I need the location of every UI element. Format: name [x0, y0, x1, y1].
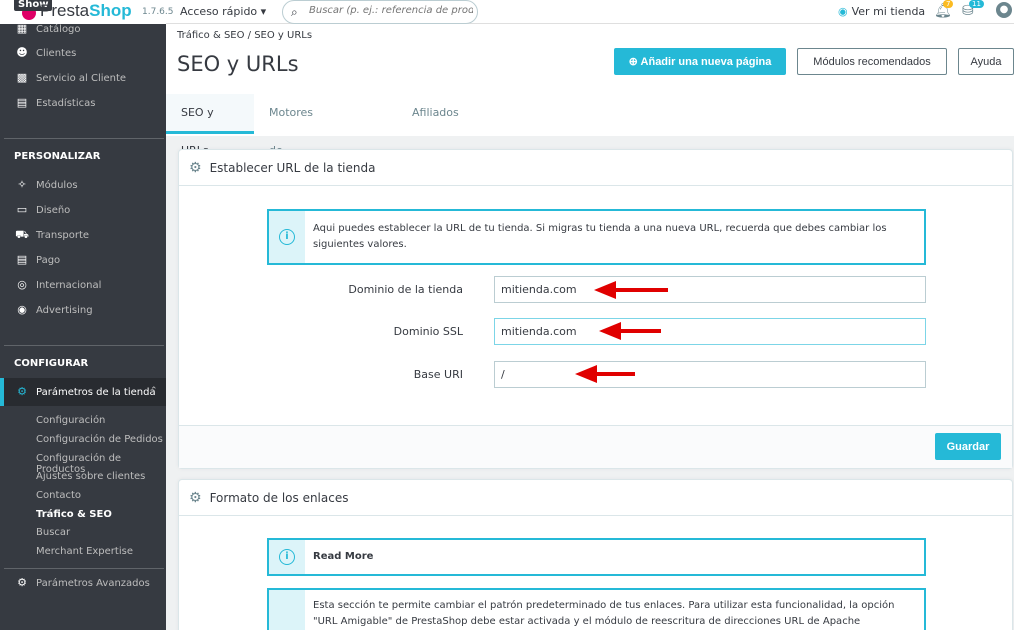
- sidebar-item-shipping[interactable]: ⛟ Transporte: [14, 227, 89, 243]
- info-icon-box: [269, 590, 305, 630]
- help-button[interactable]: Ayuda: [958, 48, 1014, 75]
- submenu-contact[interactable]: Contacto: [36, 490, 81, 501]
- search-icon: ⌕: [291, 5, 298, 19]
- divider: [4, 345, 164, 346]
- gear-icon: ⚙: [189, 490, 202, 506]
- quick-access-dropdown[interactable]: Acceso rápido ▾: [180, 5, 266, 18]
- ssl-domain-input[interactable]: [494, 318, 926, 345]
- read-more-label[interactable]: Read More: [313, 549, 914, 565]
- panel-footer: Guardar: [179, 425, 1012, 468]
- page-header: Tráfico & SEO / SEO y URLs SEO y URLs ⊕ …: [166, 24, 1014, 195]
- sidebar-item-modules[interactable]: ✧ Módulos: [14, 177, 77, 193]
- view-shop-label: Ver mi tienda: [851, 5, 926, 18]
- gear-icon: ⚙: [189, 160, 202, 176]
- view-shop-link[interactable]: ◉ Ver mi tienda: [838, 5, 925, 18]
- customers-icon: ☻: [16, 46, 28, 59]
- info-text: Esta sección te permite cambiar el patró…: [313, 600, 895, 627]
- red-arrow-annotation: [594, 281, 668, 299]
- tab-search-engines[interactable]: Motores de búsqueda: [254, 94, 338, 195]
- breadcrumb[interactable]: Tráfico & SEO / SEO y URLs: [177, 30, 312, 41]
- info-alert: Esta sección te permite cambiar el patró…: [267, 588, 926, 630]
- globe-icon: ◎: [17, 278, 27, 291]
- chat-icon: ▩: [16, 71, 28, 84]
- sidebar: ▦ Catálogo ☻ Clientes ▩ Servicio al Cliente…: [0, 22, 166, 630]
- advertising-icon: ◉: [17, 303, 27, 316]
- red-arrow-annotation: [599, 322, 661, 340]
- save-button[interactable]: Guardar: [935, 433, 1001, 460]
- shop-domain-label: Dominio de la tienda: [348, 283, 463, 296]
- truck-icon: ⛟: [15, 228, 29, 241]
- tab-seo-urls[interactable]: SEO y URLs: [166, 94, 254, 157]
- sidebar-item-payment[interactable]: ▤ Pago: [14, 252, 60, 268]
- search-input[interactable]: [309, 5, 473, 16]
- ssl-domain-label: Dominio SSL: [393, 325, 463, 338]
- search-box[interactable]: ⌕: [282, 0, 478, 24]
- divider: [4, 568, 164, 569]
- notifications-bell-icon[interactable]: 🔔︎ 7: [934, 0, 954, 19]
- recommended-modules-button[interactable]: Módulos recomendados: [797, 48, 947, 75]
- gear-icon: ⚙: [17, 385, 27, 398]
- logo[interactable]: Show PrestaShop 1.7.6.5: [0, 0, 174, 24]
- plus-circle-icon: ⊕: [628, 56, 641, 68]
- version-label: 1.7.6.5: [142, 7, 174, 17]
- panel-header: ⚙ Establecer URL de la tienda: [179, 150, 1012, 186]
- base-uri-label: Base URI: [413, 368, 463, 381]
- submenu-orders[interactable]: Configuración de Pedidos: [36, 434, 163, 445]
- logo-text: PrestaShop: [40, 1, 132, 20]
- user-avatar-icon[interactable]: ●: [996, 2, 1012, 18]
- divider: [4, 138, 164, 139]
- eye-icon: ◉: [838, 5, 848, 18]
- sidebar-item-international[interactable]: ◎ Internacional: [14, 277, 101, 293]
- submenu-traffic-seo[interactable]: Tráfico & SEO: [36, 509, 112, 520]
- puzzle-icon: ✧: [17, 178, 27, 191]
- stats-icon: ▤: [16, 96, 28, 109]
- credit-card-icon: ▤: [16, 253, 28, 266]
- base-uri-input[interactable]: [494, 361, 926, 388]
- chevron-up-icon[interactable]: ⌃: [150, 386, 158, 396]
- section-customize: PERSONALIZAR: [14, 151, 101, 162]
- submenu-config[interactable]: Configuración: [36, 415, 105, 426]
- cart-badge: 11: [969, 0, 984, 8]
- panel-title: Establecer URL de la tienda: [209, 161, 376, 175]
- sidebar-item-customer-service[interactable]: ▩ Servicio al Cliente: [14, 70, 126, 86]
- links-format-panel: ⚙ Formato de los enlaces i Read More Esta…: [178, 479, 1013, 630]
- info-icon-box: i: [269, 211, 305, 263]
- sidebar-item-customers[interactable]: ☻ Clientes: [14, 45, 76, 61]
- submenu-customers[interactable]: Ajustes sobre clientes: [36, 471, 145, 482]
- section-configure: CONFIGURAR: [14, 358, 89, 369]
- shop-url-panel: ⚙ Establecer URL de la tienda i Aqui pued…: [178, 149, 1013, 469]
- sidebar-item-advanced[interactable]: ⚙ Parámetros Avanzados: [14, 575, 150, 591]
- panel-header: ⚙ Formato de los enlaces: [179, 480, 1012, 516]
- info-icon: i: [279, 229, 295, 245]
- sidebar-item-design[interactable]: ▭ Diseño: [14, 202, 71, 218]
- sidebar-item-shop-parameters-label[interactable]: ⚙ Parámetros de la tienda: [14, 385, 156, 398]
- top-bar: Show PrestaShop 1.7.6.5 Acceso rápido ▾ …: [0, 0, 1014, 24]
- monitor-icon: ▭: [16, 203, 28, 216]
- cogs-icon: ⚙: [17, 576, 27, 589]
- read-more-alert[interactable]: i Read More: [267, 538, 926, 576]
- notifications-badge: 7: [943, 0, 954, 8]
- sidebar-item-stats[interactable]: ▤ Estadísticas: [14, 95, 96, 111]
- info-icon-box: i: [269, 540, 305, 574]
- tab-affiliates[interactable]: Afiliados: [397, 94, 474, 134]
- red-arrow-annotation: [575, 365, 635, 383]
- submenu-merchant-expertise[interactable]: Merchant Expertise: [36, 546, 133, 557]
- panel-title: Formato de los enlaces: [209, 491, 349, 505]
- submenu-search[interactable]: Buscar: [36, 527, 70, 538]
- info-alert: i Aqui puedes establecer la URL de tu ti…: [267, 209, 926, 265]
- info-icon: i: [279, 549, 295, 565]
- shop-domain-input[interactable]: [494, 276, 926, 303]
- cart-icon[interactable]: ⛁ 11: [962, 0, 984, 19]
- add-new-page-button[interactable]: ⊕ Añadir una nueva página: [614, 48, 786, 75]
- info-text: Aqui puedes establecer la URL de tu tien…: [313, 223, 887, 250]
- sidebar-item-advertising[interactable]: ◉ Advertising: [14, 302, 92, 318]
- page-title: SEO y URLs: [177, 52, 299, 76]
